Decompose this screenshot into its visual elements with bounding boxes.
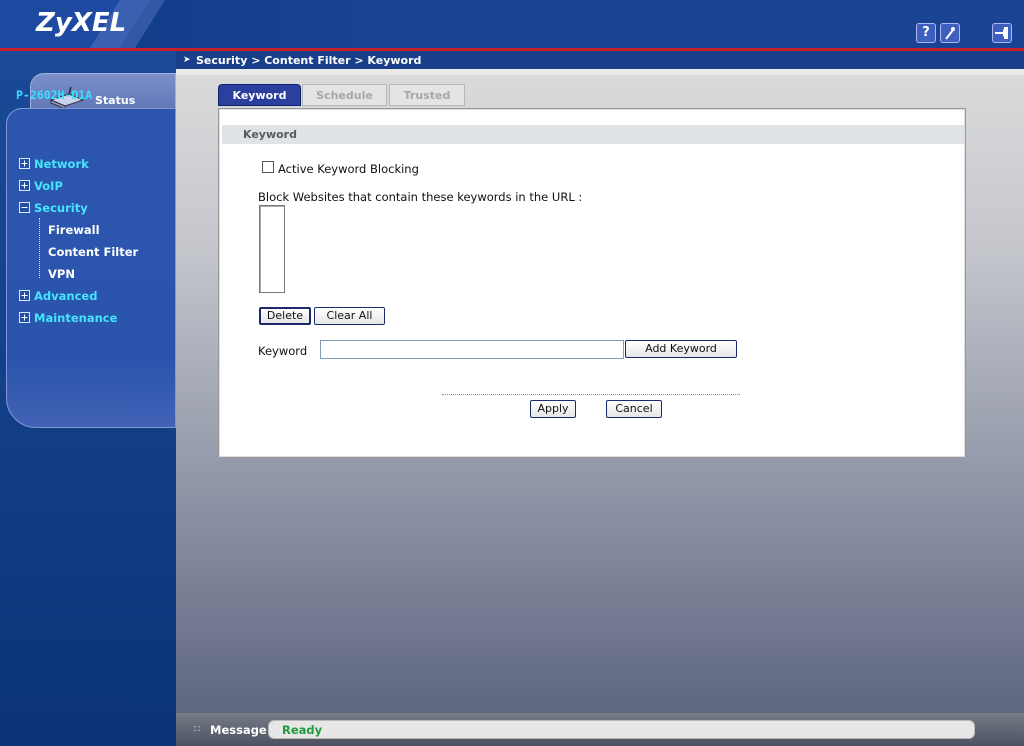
section-title: Keyword bbox=[243, 128, 297, 141]
active-keyword-blocking-checkbox[interactable] bbox=[262, 161, 274, 173]
cancel-button[interactable]: Cancel bbox=[606, 400, 662, 418]
divider bbox=[442, 394, 740, 395]
sidebar-subitem-vpn[interactable]: VPN bbox=[48, 267, 75, 281]
keyword-list[interactable] bbox=[259, 205, 285, 293]
sidebar-item-maintenance[interactable]: Maintenance bbox=[19, 311, 117, 325]
sidebar-item-label: Security bbox=[34, 201, 88, 215]
message-box bbox=[268, 720, 975, 739]
device-model: P-2602H-D1A bbox=[16, 88, 93, 102]
sidebar-subitem-content-filter[interactable]: Content Filter bbox=[48, 245, 138, 259]
logout-arrow-icon bbox=[995, 27, 1008, 39]
breadcrumb-arrow-icon: ➤ bbox=[183, 55, 191, 65]
tab-keyword[interactable]: Keyword bbox=[218, 84, 301, 106]
sidebar-item-label: Network bbox=[34, 157, 89, 171]
expand-icon[interactable] bbox=[19, 290, 30, 301]
help-icon[interactable]: ? bbox=[916, 23, 936, 43]
sidebar-item-label: Maintenance bbox=[34, 311, 118, 325]
expand-icon[interactable] bbox=[19, 158, 30, 169]
tab-schedule[interactable]: Schedule bbox=[302, 84, 387, 106]
status-label: Status bbox=[95, 94, 136, 107]
active-keyword-blocking-label: Active Keyword Blocking bbox=[278, 162, 419, 176]
menu-panel bbox=[6, 108, 176, 428]
tab-trusted[interactable]: Trusted bbox=[389, 84, 465, 106]
sidebar-item-voip[interactable]: VoIP bbox=[19, 179, 63, 193]
top-header: ZyXEL ? bbox=[0, 0, 1024, 48]
sidebar-item-label: Advanced bbox=[34, 289, 98, 303]
keyword-label: Keyword bbox=[258, 344, 308, 358]
apply-button[interactable]: Apply bbox=[530, 400, 576, 418]
delete-button[interactable]: Delete bbox=[259, 307, 311, 325]
message-icon: ∷ bbox=[194, 724, 201, 735]
keyword-input[interactable] bbox=[320, 340, 624, 359]
content-panel bbox=[218, 108, 966, 458]
logout-icon[interactable] bbox=[992, 23, 1012, 43]
clear-all-button[interactable]: Clear All bbox=[314, 307, 385, 325]
message-label: Message bbox=[210, 723, 267, 737]
sidebar-item-label: VoIP bbox=[34, 179, 63, 193]
add-keyword-button[interactable]: Add Keyword bbox=[625, 340, 737, 358]
expand-icon[interactable] bbox=[19, 180, 30, 191]
sidebar-item-network[interactable]: Network bbox=[19, 157, 89, 171]
wizard-icon[interactable] bbox=[940, 23, 960, 43]
sidebar: Status bbox=[0, 51, 176, 746]
main-top-strip bbox=[176, 69, 1024, 75]
collapse-icon[interactable] bbox=[19, 202, 30, 213]
section-header bbox=[222, 125, 964, 144]
expand-icon[interactable] bbox=[19, 312, 30, 323]
status-text: Ready bbox=[282, 723, 323, 737]
sidebar-item-advanced[interactable]: Advanced bbox=[19, 289, 97, 303]
breadcrumb: Security > Content Filter > Keyword bbox=[196, 54, 422, 67]
sidebar-subitem-firewall[interactable]: Firewall bbox=[48, 223, 100, 237]
tree-connector bbox=[39, 218, 41, 278]
zyxel-logo: ZyXEL bbox=[36, 8, 127, 38]
wand-icon bbox=[945, 27, 955, 40]
sidebar-item-security[interactable]: Security bbox=[19, 201, 88, 215]
block-websites-label: Block Websites that contain these keywor… bbox=[258, 190, 583, 204]
